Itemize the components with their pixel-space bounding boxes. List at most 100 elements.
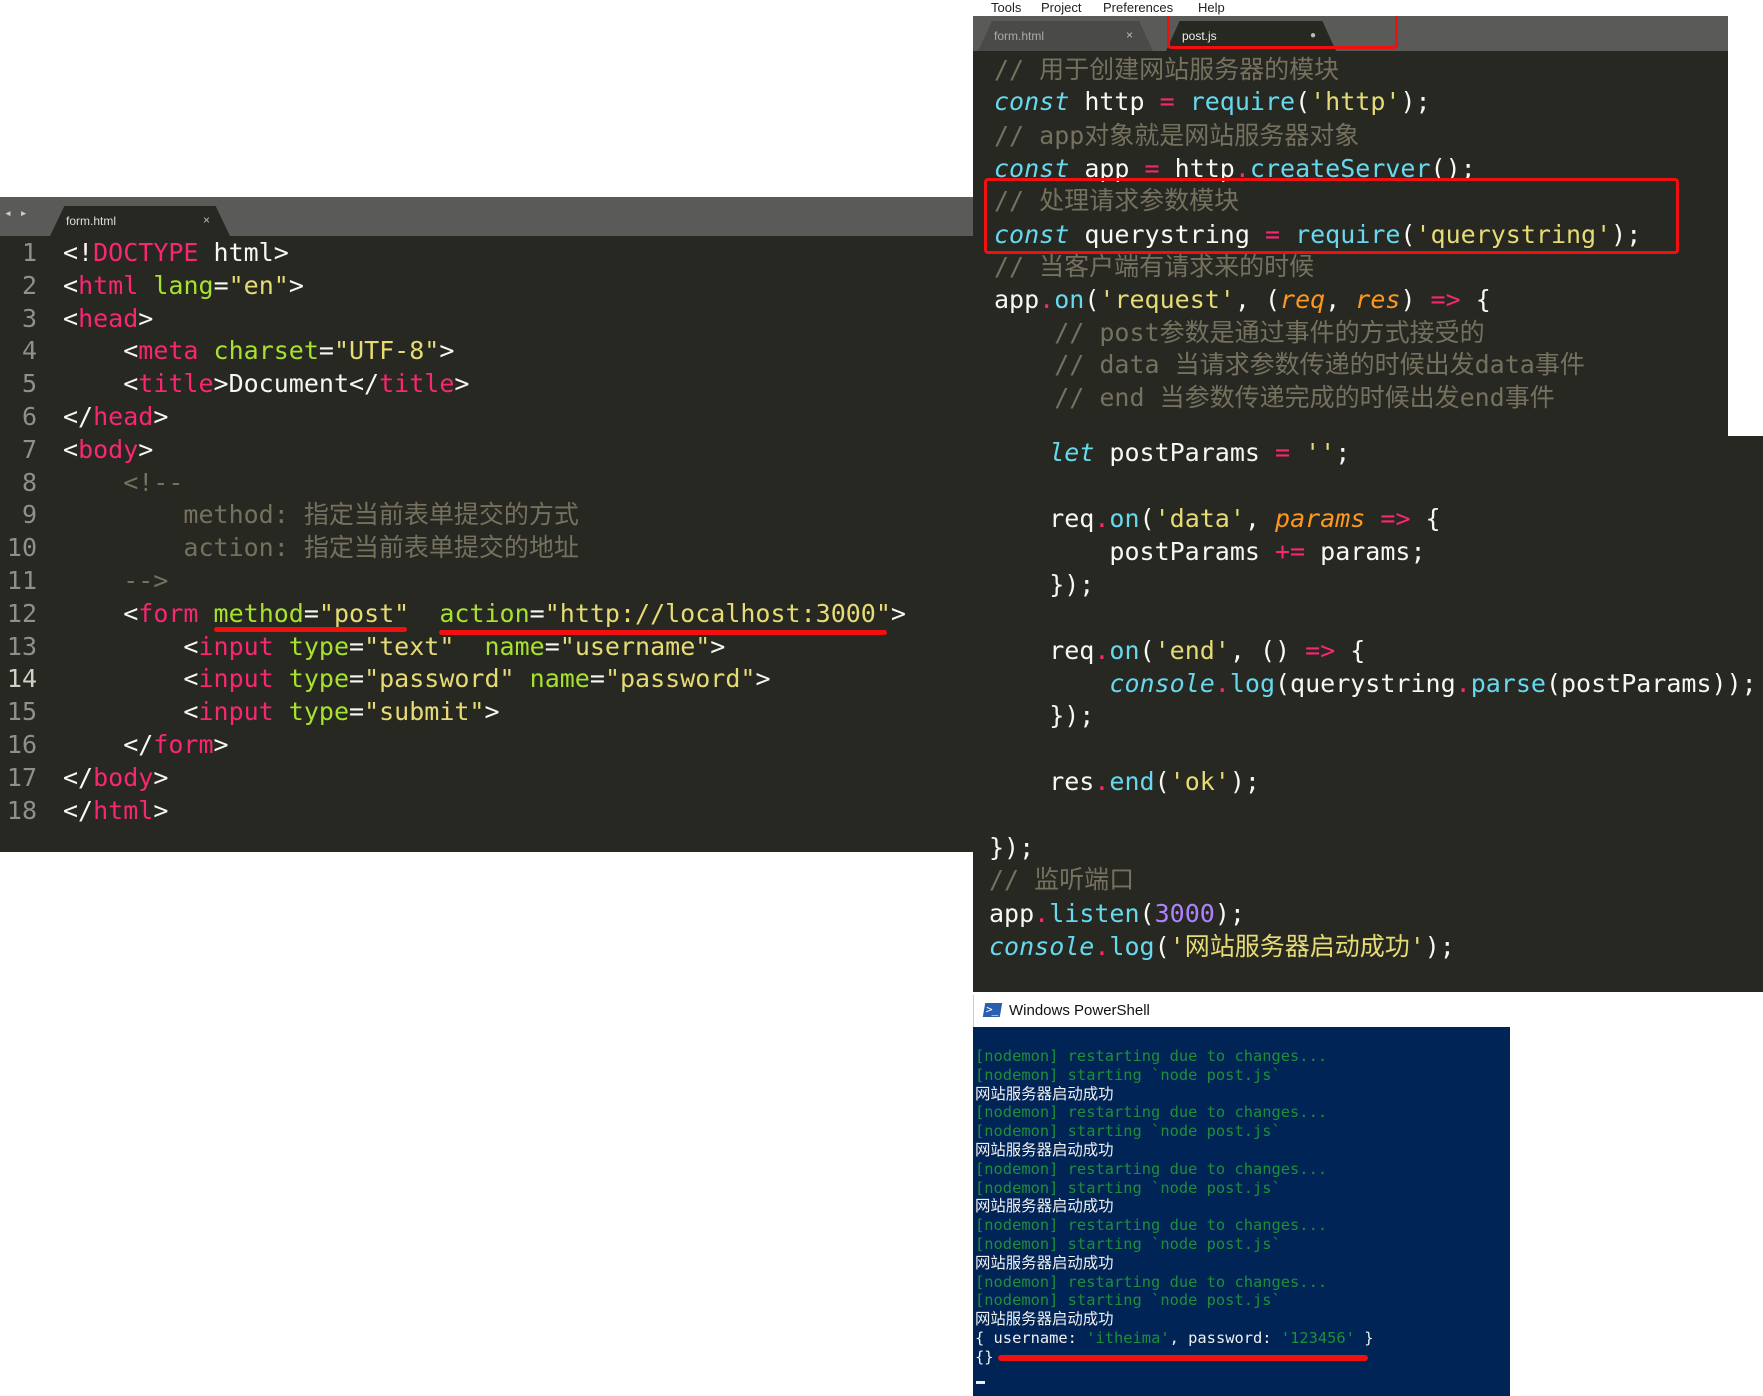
code-line[interactable]: }); [989,831,1034,864]
code-line[interactable]: req.on('data', params => { [989,502,1440,535]
code-token: > [755,664,771,694]
code-token: . [1094,767,1110,796]
code-token: html [78,270,139,300]
line-number: 13 [6,631,37,661]
line-number: 18 [6,795,37,825]
code-token: { [1335,636,1366,665]
terminal-line: [nodemon] starting `node post.js` [975,1291,1281,1310]
code-token: // data 当请求参数传递的时候出发data事件 [994,350,1585,379]
code-token: ) [1400,285,1431,314]
tab-label: form.html [994,29,1045,43]
code-token: , password: [1169,1329,1281,1347]
code-line[interactable]: // 用于创建网站服务器的模块 [994,53,1339,86]
code-line[interactable]: // app对象就是网站服务器对象 [994,119,1359,152]
terminal-line: [nodemon] starting `node post.js` [975,1235,1281,1254]
code-token: < [63,369,139,399]
code-line[interactable]: console.log('网站服务器启动成功'); [989,930,1455,963]
code-line[interactable]: <input type="password" name="password"> [63,662,771,695]
code-token: = [349,664,365,694]
code-token: 网站服务器启动成功 [975,1084,1114,1103]
code-line[interactable]: app.on('request', (req, res) => { [994,283,1491,316]
code-token: '' [1305,438,1336,467]
code-token: ); [1229,767,1260,796]
tab-form-html[interactable]: form.html × [978,21,1153,51]
menu-tools[interactable]: Tools [991,0,1021,15]
code-token: head [78,303,139,333]
code-token: lang [153,270,214,300]
code-token: = [349,631,365,661]
code-line[interactable]: res.end('ok'); [989,765,1260,798]
code-line[interactable]: <meta charset="UTF-8"> [63,334,454,367]
code-token: body [93,762,154,792]
code-line[interactable]: postParams += params; [989,535,1425,568]
menu-project[interactable]: Project [1041,0,1081,15]
tab-nav-arrows[interactable]: ◂ ▸ [4,206,27,221]
code-token: listen [1049,899,1140,928]
code-line[interactable]: // end 当参数传递完成的时候出发end事件 [994,381,1555,414]
code-line[interactable]: </form> [63,728,228,761]
powershell-window[interactable]: >_ Windows PowerShell [nodemon] restarti… [973,995,1510,1396]
line-number: 16 [6,730,37,759]
code-token: on [1054,285,1085,314]
code-token: < [63,697,199,727]
code-token: req [989,636,1095,665]
code-token: < [63,631,199,661]
annotation-underline-output [998,1355,1368,1361]
code-line[interactable]: const http = require('http'); [994,85,1431,118]
code-token: > [153,762,169,792]
code-line[interactable]: method: 指定当前表单提交的方式 [63,498,579,531]
code-line[interactable]: <body> [63,433,153,466]
line-number: 7 [21,434,37,464]
code-line[interactable]: // 监听端口 [989,863,1134,896]
code-line[interactable]: action: 指定当前表单提交的地址 [63,531,579,564]
code-token: [nodemon] starting `node post.js` [975,1122,1281,1141]
code-token: < [63,336,139,366]
code-line[interactable]: let postParams = ''; [989,436,1350,469]
code-line[interactable]: console.log(querystring.parse(postParams… [989,667,1756,700]
terminal-line: {} [975,1348,994,1367]
code-token: "text" [364,631,455,661]
code-line[interactable]: </body> [63,761,168,794]
code-token: input [198,664,274,694]
code-token: 网站服务器启动成功 [975,1253,1114,1272]
code-token: ( [1139,504,1155,533]
code-line[interactable]: // data 当请求参数传递的时候出发data事件 [994,348,1585,381]
code-token: action: 指定当前表单提交的地址 [63,533,579,563]
code-token: method: 指定当前表单提交的方式 [63,500,579,530]
code-line[interactable]: <!-- [63,466,183,499]
code-line[interactable]: <title>Document</title> [63,367,469,400]
close-icon[interactable]: × [1126,28,1133,42]
line-number: 6 [21,402,37,431]
code-line[interactable]: <input type="submit"> [63,695,499,728]
code-line[interactable]: <form method="post" action="http://local… [63,597,906,630]
code-token: req [1280,285,1326,314]
code-line[interactable]: }); [989,699,1094,732]
code-line[interactable]: <head> [63,302,153,335]
code-token: . [1094,932,1110,961]
code-line[interactable]: req.on('end', () => { [989,634,1365,667]
code-line[interactable]: app.listen(3000); [989,897,1245,930]
code-token: [nodemon] restarting due to changes... [975,1047,1328,1065]
code-token: "submit" [364,697,485,727]
close-icon[interactable]: × [203,213,210,227]
code-token: }); [989,833,1035,862]
code-line[interactable]: <html lang="en"> [63,269,304,302]
code-line[interactable]: --> [63,564,168,597]
code-line[interactable]: </head> [63,400,168,433]
code-line[interactable]: }); [989,568,1094,601]
code-line[interactable]: // 当客户端有请求来的时候 [994,250,1314,283]
code-token: > [153,402,169,431]
left-editor[interactable]: ◂ ▸ form.html × 1 <!DOCTYPE html> 2 <html l… [0,197,973,852]
menu-preferences[interactable]: Preferences [1103,0,1173,15]
code-line[interactable]: </html> [63,794,168,827]
code-token: </ [63,402,94,431]
tab-form-html[interactable]: form.html × [50,206,230,236]
code-line[interactable]: <!DOCTYPE html> [63,236,289,269]
menu-help[interactable]: Help [1198,0,1225,15]
line-number: 10 [6,533,37,563]
code-token: ; [1335,438,1351,467]
code-line[interactable]: // post参数是通过事件的方式接受的 [994,316,1484,349]
